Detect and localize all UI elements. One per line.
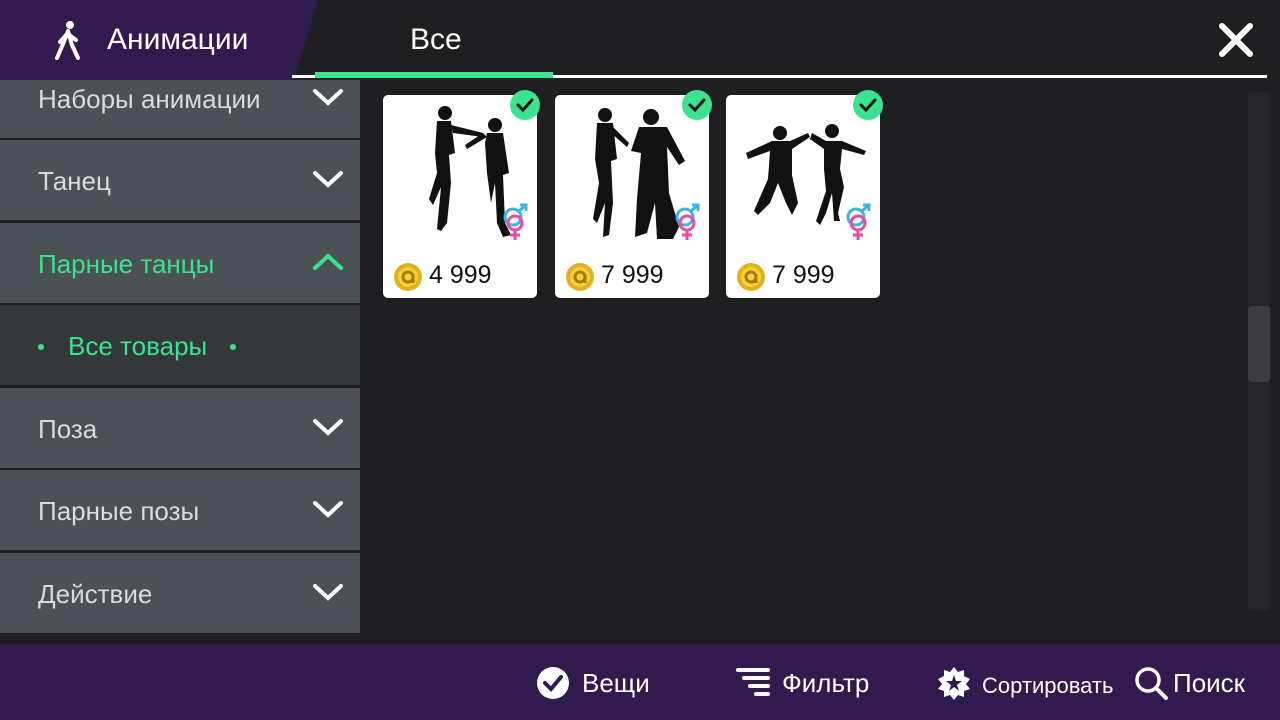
sidebar-item-label: Парные позы <box>38 496 200 526</box>
sidebar-item-pose[interactable]: Поза <box>0 388 360 468</box>
chevron-down-icon <box>313 171 343 188</box>
search-icon <box>1135 667 1168 700</box>
chevron-down-icon <box>313 89 343 106</box>
items-button[interactable]: Вещи <box>536 644 666 720</box>
walking-person-icon <box>55 21 80 60</box>
couple-gender-icon <box>846 203 871 240</box>
chevron-down-icon <box>313 584 343 601</box>
owned-check-icon <box>682 90 712 120</box>
couple-gender-icon <box>675 203 700 240</box>
bullet-dot <box>230 344 236 350</box>
category-sidebar: Наборы анимации Танец Парные танцы Все т… <box>0 80 360 644</box>
close-icon[interactable] <box>1214 18 1258 62</box>
sidebar-item-couple-poses[interactable]: Парные позы <box>0 470 360 550</box>
sidebar-item-action[interactable]: Действие <box>0 553 360 633</box>
search-button[interactable]: Поиск <box>1134 644 1264 720</box>
sort-label: Сортировать <box>982 673 1114 698</box>
sidebar-item-label: Наборы анимации <box>38 84 261 114</box>
product-card[interactable]: 7 999 <box>726 90 883 298</box>
title-bar: Анимации <box>0 0 318 80</box>
tab-active-indicator <box>315 72 553 78</box>
couple-gender-icon <box>503 203 528 240</box>
search-label: Поиск <box>1173 668 1246 698</box>
product-card[interactable]: 7 999 <box>555 90 712 298</box>
coin-icon <box>737 263 765 291</box>
product-price: 7 999 <box>601 261 664 289</box>
filter-label: Фильтр <box>782 668 870 698</box>
sidebar-item-label: Танец <box>38 166 111 196</box>
chevron-down-icon <box>313 501 343 518</box>
sort-button[interactable]: Сортировать <box>937 644 1122 720</box>
chevron-down-icon <box>313 419 343 436</box>
sidebar-item-label: Парные танцы <box>38 249 215 279</box>
scrollbar[interactable] <box>1248 92 1270 610</box>
page-title: Анимации <box>107 23 249 56</box>
filter-icon <box>736 668 770 696</box>
sidebar-item-label: Действие <box>38 579 153 609</box>
tab-all-label: Все <box>410 23 462 56</box>
coin-icon <box>394 263 422 291</box>
bottom-toolbar: Вещи Фильтр Сортировать Поиск <box>0 644 1280 720</box>
sidebar-item-dance[interactable]: Танец <box>0 140 360 220</box>
chevron-up-icon <box>313 253 343 270</box>
check-circle-icon <box>537 667 569 699</box>
scrollbar-thumb[interactable] <box>1248 306 1270 382</box>
sidebar-subitem-all-items[interactable]: Все товары <box>0 305 360 385</box>
tab-all[interactable]: Все <box>315 0 553 80</box>
sidebar-item-animation-sets[interactable]: Наборы анимации <box>0 80 360 138</box>
sidebar-subitem-label: Все товары <box>68 331 208 361</box>
coin-icon <box>566 263 594 291</box>
owned-check-icon <box>510 90 540 120</box>
sidebar-item-label: Поза <box>38 414 98 444</box>
owned-check-icon <box>853 90 883 120</box>
bullet-dot <box>38 344 44 350</box>
product-price: 4 999 <box>429 261 492 289</box>
product-price: 7 999 <box>772 261 835 289</box>
filter-button[interactable]: Фильтр <box>736 644 886 720</box>
items-label: Вещи <box>582 668 650 698</box>
sidebar-item-couple-dances[interactable]: Парные танцы <box>0 223 360 303</box>
product-card[interactable]: 4 999 <box>383 90 540 298</box>
sort-badge-icon <box>938 667 970 700</box>
